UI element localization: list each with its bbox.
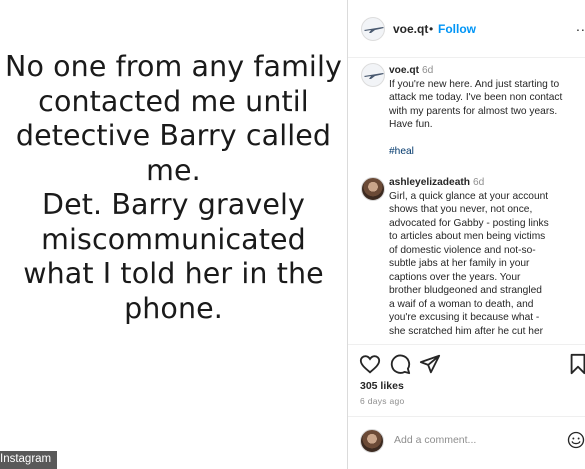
post-image[interactable]: No one from any family contacted me unti… <box>0 0 347 469</box>
comment-username[interactable]: ashleyelizadeath <box>389 177 470 188</box>
likes-count[interactable]: 305 likes <box>360 380 404 392</box>
caption-line: attack me today. I've been non contact <box>389 92 563 103</box>
avatar[interactable] <box>361 63 385 87</box>
caption-line: Have fun. <box>389 119 433 130</box>
post-date: 6 days ago <box>360 396 405 406</box>
airplane-icon <box>364 27 384 33</box>
comment-line: of domestic violence and not-so- <box>389 244 536 256</box>
caption-text: voe.qt 6d If you're new here. And just st… <box>389 64 579 132</box>
post-side-panel: voe.qt • Follow ... voe.qt6d If you're n… <box>348 0 585 469</box>
quote-line: detective Barry called <box>15 119 332 152</box>
comment-line: a waif of a woman to death, and <box>389 298 534 310</box>
bookmark-icon[interactable] <box>567 353 585 375</box>
separator-dot: • <box>429 22 434 36</box>
hashtag-link[interactable]: #heal <box>389 146 414 157</box>
comment-line: she scratched him after he cut her <box>389 325 544 337</box>
post-image-quote: No one from any family contacted me unti… <box>0 50 347 326</box>
caption-line: with my parents for almost two years. <box>389 105 558 117</box>
comment-line: to articles about men being victims <box>389 231 546 242</box>
avatar[interactable] <box>361 17 385 41</box>
comment-time: 6d <box>472 177 485 188</box>
comment-icon[interactable] <box>389 353 411 375</box>
more-options-icon[interactable]: ... <box>576 18 585 34</box>
quote-line: Det. Barry gravely <box>42 188 305 221</box>
comment-input[interactable]: Add a comment... <box>394 434 476 446</box>
emoji-icon[interactable] <box>567 431 585 449</box>
comment-line: shows that you never, not once, <box>389 204 533 215</box>
caption-username[interactable]: voe.qt <box>389 65 419 76</box>
comment-line: Girl, a quick glance at your account <box>389 190 549 202</box>
comment-line: brother bludgeoned and strangled <box>389 285 542 296</box>
add-comment-bar: Add a comment... <box>348 416 585 469</box>
post-header: voe.qt • Follow ... <box>348 0 585 58</box>
comment-line: advocated for Gabby - posting links <box>389 217 549 229</box>
caption-time: 6d <box>422 65 434 76</box>
instagram-watermark: Instagram <box>0 451 58 469</box>
caption-line: If you're new here. And just starting to <box>389 78 560 90</box>
quote-line: No one from any family <box>5 50 342 83</box>
comment-text: ashleyelizadeath 6d Girl, a quick glance … <box>389 176 581 338</box>
comment-line: you're excusing it because what - <box>389 312 540 323</box>
comment-line: subtle jabs at her family in your <box>389 258 530 269</box>
quote-line: phone. <box>124 291 223 325</box>
heart-icon[interactable] <box>359 353 381 375</box>
avatar <box>360 429 384 453</box>
header-username[interactable]: voe.qt <box>393 22 428 36</box>
share-icon[interactable] <box>419 353 441 375</box>
follow-button[interactable]: Follow <box>438 22 476 36</box>
quote-line: contacted me until <box>38 84 309 118</box>
comments-section[interactable]: voe.qt 6d If you're new here. And just st… <box>348 59 585 344</box>
quote-line: what I told her in the <box>23 257 324 290</box>
quote-line: miscommunicated <box>41 222 306 256</box>
action-bar: 305 likes 6 days ago <box>348 344 585 410</box>
quote-line: me. <box>146 153 201 187</box>
avatar[interactable] <box>361 177 385 201</box>
comment-line: captions over the years. Your <box>389 271 521 283</box>
airplane-icon <box>364 73 384 79</box>
